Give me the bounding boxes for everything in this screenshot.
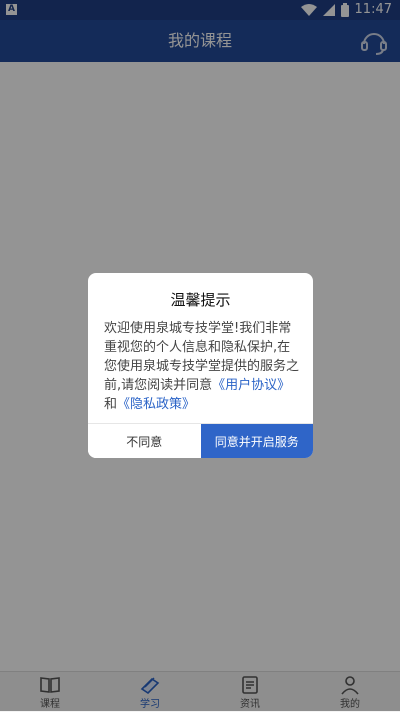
dialog-actions: 不同意 同意并开启服务 [88,423,313,458]
decline-button[interactable]: 不同意 [88,424,201,458]
dialog-title: 温馨提示 [170,291,231,309]
privacy-dialog: 温馨提示 欢迎使用泉城专技学堂!我们非常重视您的个人信息和隐私保护,在您使用泉城… [88,273,313,458]
dialog-body: 欢迎使用泉城专技学堂!我们非常重视您的个人信息和隐私保护,在您使用泉城专技学堂提… [104,319,299,414]
dialog-body-and: 和 [104,397,118,412]
privacy-policy-link[interactable]: 《隐私政策》 [117,397,195,412]
user-agreement-link[interactable]: 《用户协议》 [212,378,290,393]
accept-button[interactable]: 同意并开启服务 [200,424,313,458]
